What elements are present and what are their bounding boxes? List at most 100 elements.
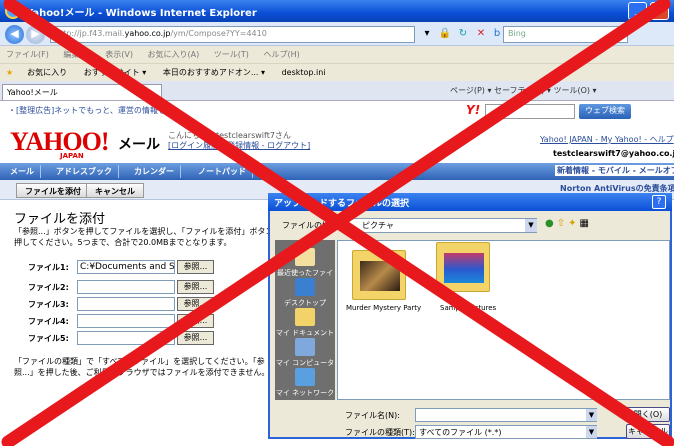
favorites-label[interactable]: お気に入り <box>27 68 67 77</box>
url-prefix: http://jp.f43.mail. <box>55 29 125 38</box>
forward-button[interactable]: ▶ <box>26 25 45 44</box>
refresh-icon[interactable]: ↻ <box>456 27 470 41</box>
fav-item-addons[interactable]: 本日のおすすめアドオン... ▾ <box>163 68 265 77</box>
file-type-select[interactable]: すべてのファイル (*.*) <box>415 425 597 439</box>
file-help-text: 「ファイルの種類」で「すべてのファイル」を選択してください。「参照...」を押し… <box>14 357 270 377</box>
file4-browse-button[interactable]: 参照... <box>177 314 214 328</box>
window-title-bar: Yahoo!メール - Windows Internet Explorer <box>0 0 674 22</box>
open-button[interactable]: 開く(O) <box>626 407 670 422</box>
search-input[interactable]: Bing <box>503 26 628 43</box>
file3-browse-button[interactable]: 参照... <box>177 297 214 311</box>
account-links[interactable]: [ログイン履歴 - 登録情報 - ログアウト] <box>168 141 388 151</box>
file5-label: ファイル5: <box>28 334 69 343</box>
top-links[interactable]: Yahoo! JAPAN - My Yahoo! - ヘルプ <box>540 134 674 145</box>
menu-tools[interactable]: ツール(T) <box>214 50 249 59</box>
place-computer-label: マイ コンピュータ <box>275 359 335 367</box>
folder-sample-pictures-label: Sample Pictures <box>440 304 497 312</box>
favorites-star-icon[interactable]: ★ <box>6 68 13 77</box>
back-button[interactable]: ◀ <box>5 25 24 44</box>
mail-heading: メール <box>118 137 160 153</box>
fav-item-suggested[interactable]: おすすめサイト ▾ <box>84 68 147 77</box>
file5-field[interactable] <box>77 331 175 345</box>
greeting-text: こんにちは、testclearswift7さん <box>168 131 291 140</box>
address-input[interactable]: http://jp.f43.mail.yahoo.co.jp/ym/Compos… <box>50 26 415 43</box>
tab-mail[interactable]: メール <box>4 165 41 178</box>
folder-murder-mystery[interactable] <box>352 250 406 300</box>
place-network[interactable]: マイ ネットワーク <box>275 368 335 398</box>
url-path: /ym/Compose?YY=4410 <box>170 29 267 38</box>
close-button[interactable]: ✕ <box>650 2 669 20</box>
cancel-button[interactable]: キャンセル <box>86 183 144 198</box>
place-network-label: マイ ネットワーク <box>275 389 335 397</box>
folder-sample-pictures[interactable] <box>436 242 490 292</box>
menu-bar: ファイル(F) 編集(E) 表示(V) お気に入り(A) ツール(T) ヘルプ(… <box>0 46 674 63</box>
greeting: こんにちは、testclearswift7さん [ログイン履歴 - 登録情報 -… <box>168 131 388 151</box>
file-name-dropdown-icon[interactable]: ▼ <box>586 409 597 421</box>
dialog-toolbar: ●⇧✦▦ <box>545 218 592 229</box>
look-in-label: ファイルの場所(I): <box>282 221 350 230</box>
file-type-label: ファイルの種類(T): <box>345 428 415 437</box>
yahoo-search-logo: Y! <box>466 103 481 117</box>
ad-link[interactable]: ・[整理広告]ネットでもっと、運営の情報を <box>8 105 166 116</box>
place-desktop[interactable]: デスクトップ <box>275 278 335 308</box>
file-name-label: ファイル名(N): <box>345 411 400 420</box>
menu-view[interactable]: 表示(V) <box>105 50 133 59</box>
place-documents-label: マイ ドキュメント <box>275 329 335 337</box>
up-folder-icon[interactable]: ⇧ <box>557 218 568 229</box>
file1-browse-button[interactable]: 参照... <box>177 260 214 274</box>
back-icon[interactable]: ● <box>545 218 557 229</box>
file4-field[interactable] <box>77 314 175 328</box>
attach-title: ファイルを添付 <box>14 212 106 227</box>
recent-icon <box>295 248 315 266</box>
menu-favorites[interactable]: お気に入り(A) <box>148 50 200 59</box>
tab-addressbook[interactable]: アドレスブック <box>50 165 119 178</box>
attach-file-button[interactable]: ファイルを添付 <box>16 183 90 198</box>
bing-icon: b <box>493 28 501 39</box>
place-documents[interactable]: マイ ドキュメント <box>275 308 335 338</box>
attach-description: 「参照...」ボタンを押してファイルを選択し、「ファイルを添付」ボタンを押してく… <box>14 227 282 247</box>
file2-label: ファイル2: <box>28 283 69 292</box>
new-folder-icon[interactable]: ✦ <box>568 218 579 229</box>
file2-browse-button[interactable]: 参照... <box>177 280 214 294</box>
menu-file[interactable]: ファイル(F) <box>6 50 49 59</box>
file1-field[interactable]: C:¥Documents and Settings <box>77 260 175 274</box>
folder-thumbnail <box>360 261 400 291</box>
tab-yahoo-mail[interactable]: Yahoo!メール <box>2 84 162 100</box>
dialog-help-button[interactable]: ? <box>652 195 666 209</box>
desktop-icon <box>295 278 315 296</box>
file5-browse-button[interactable]: 参照... <box>177 331 214 345</box>
dialog-cancel-button[interactable]: キャンセル <box>626 424 670 439</box>
stop-icon[interactable]: ✕ <box>474 27 488 41</box>
lock-icon: 🔒 <box>438 28 452 39</box>
web-search-button[interactable]: ウェブ検索 <box>579 104 631 119</box>
user-email: testclearswift7@yahoo.co.jp <box>553 149 674 158</box>
file-type-dropdown-icon[interactable]: ▼ <box>586 426 597 438</box>
yahoo-search-input[interactable] <box>485 104 575 119</box>
yahoo-japan-label: JAPAN <box>60 152 84 160</box>
command-bar[interactable]: ページ(P) ▾ セーフティ(S) ▾ ツール(O) ▾ <box>450 85 597 96</box>
folder-murder-mystery-label: Murder Mystery Party <box>346 304 422 312</box>
url-host: yahoo.co.jp <box>124 29 171 38</box>
tab-calendar[interactable]: カレンダー <box>128 165 181 178</box>
menu-help[interactable]: ヘルプ(H) <box>263 50 299 59</box>
file2-field[interactable] <box>77 280 175 294</box>
file-name-input[interactable] <box>415 408 597 422</box>
view-menu-icon[interactable]: ▦ <box>580 218 592 229</box>
look-in-dropdown-icon[interactable]: ▼ <box>525 219 537 232</box>
place-computer[interactable]: マイ コンピュータ <box>275 338 335 368</box>
dropdown-icon[interactable]: ▾ <box>420 27 434 41</box>
menu-edit[interactable]: 編集(E) <box>63 50 90 59</box>
fav-item-desktop[interactable]: desktop.ini <box>282 68 326 77</box>
folder-thumbnail <box>444 253 484 283</box>
dialog-title: アップロードするファイルの選択 <box>268 193 672 211</box>
file1-label: ファイル1: <box>28 263 69 272</box>
tab-notepad[interactable]: ノートパッド <box>192 165 253 178</box>
minimize-button[interactable]: _ <box>628 2 647 20</box>
sub-links[interactable]: 新着情報 - モバイル - メールオプション <box>555 165 674 176</box>
look-in-select[interactable]: ピクチャ <box>347 218 537 233</box>
documents-icon <box>295 308 315 326</box>
network-icon <box>295 368 315 386</box>
favorites-bar: ★ お気に入り おすすめサイト ▾ 本日のおすすめアドオン... ▾ deskto… <box>0 63 674 81</box>
file3-field[interactable] <box>77 297 175 311</box>
computer-icon <box>295 338 315 356</box>
